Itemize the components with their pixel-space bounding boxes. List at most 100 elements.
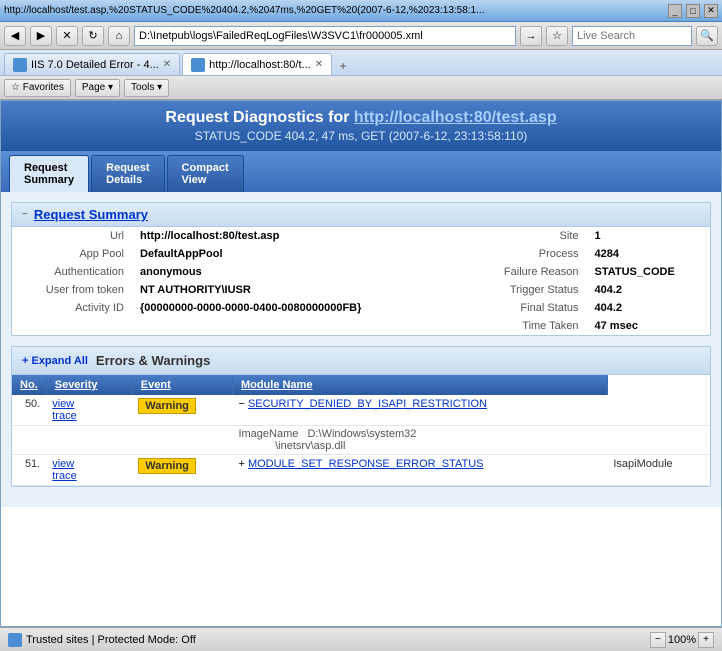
process-value: 4284	[587, 245, 710, 263]
go-button[interactable]: →	[520, 26, 542, 46]
imagename-label: ImageName	[238, 428, 298, 440]
event-link-50[interactable]: SECURITY_DENIED_BY_ISAPI_RESTRICTION	[248, 398, 487, 410]
section-toggle[interactable]: −	[22, 209, 28, 220]
back-button[interactable]: ◀	[4, 26, 26, 46]
row-module-50	[607, 395, 710, 426]
page-header: Request Diagnostics for http://localhost…	[1, 101, 721, 151]
favorites-button[interactable]: ☆	[546, 26, 568, 46]
trusted-sites-label: Trusted sites | Protected Mode: Off	[26, 634, 196, 646]
tab-compact-view[interactable]: CompactView	[167, 155, 244, 192]
request-summary-box: − Request Summary Url http://localhost:8…	[11, 202, 711, 336]
search-button[interactable]: 🔍	[696, 26, 718, 46]
search-input[interactable]	[572, 26, 692, 46]
status-left: Trusted sites | Protected Mode: Off	[8, 633, 196, 647]
url-value: http://localhost:80/test.asp	[132, 227, 437, 245]
browser-toolbar: ◀ ▶ ✕ ↻ ⌂ → ☆ 🔍	[0, 22, 722, 50]
site-value: 1	[587, 227, 710, 245]
close-button[interactable]: ✕	[704, 4, 718, 18]
view-trace-51[interactable]: viewtrace	[52, 458, 126, 482]
event-prefix-51: +	[238, 458, 244, 470]
imagename-row: ImageName D:\Windows\system32 \inetsrv\a…	[12, 426, 710, 455]
table-row: 51. viewtrace Warning + MODULE_SET_RESPO…	[12, 455, 710, 486]
tools-menu-button[interactable]: Tools ▾	[124, 79, 169, 97]
tab-request-summary[interactable]: RequestSummary	[9, 155, 89, 192]
row-no-51: 51.	[12, 455, 46, 486]
row-viewlink-50: viewtrace	[46, 395, 132, 426]
warning-badge-51: Warning	[138, 458, 196, 474]
imagename-cell: ImageName D:\Windows\system32 \inetsrv\a…	[232, 426, 607, 455]
view-trace-50[interactable]: viewtrace	[52, 398, 126, 422]
errors-header: + Expand All Errors & Warnings	[12, 347, 710, 375]
header-url-link[interactable]: http://localhost:80/test.asp	[354, 109, 557, 126]
browser-tabs: IIS 7.0 Detailed Error - 4... ✕ http://l…	[0, 50, 722, 76]
time-taken-label: Time Taken	[467, 317, 587, 335]
event-link-51[interactable]: MODULE_SET_RESPONSE_ERROR_STATUS	[248, 458, 484, 470]
section-title[interactable]: Request Summary	[34, 207, 148, 222]
apppool-label: App Pool	[12, 245, 132, 263]
extra-toolbar: ☆ Favorites Page ▾ Tools ▾	[0, 76, 722, 100]
summary-row-activity: Activity ID {00000000-0000-0000-0400-008…	[12, 299, 710, 317]
trusted-icon	[8, 633, 22, 647]
zoom-in-button[interactable]: +	[698, 632, 714, 648]
row-viewlink-51: viewtrace	[46, 455, 132, 486]
tab-close-2[interactable]: ✕	[315, 59, 323, 70]
auth-value: anonymous	[132, 263, 437, 281]
home-button[interactable]: ⌂	[108, 26, 130, 46]
expand-all-button[interactable]: + Expand All	[22, 355, 88, 367]
activity-label: Activity ID	[12, 299, 132, 317]
new-tab-button[interactable]: +	[334, 57, 352, 75]
auth-label: Authentication	[12, 263, 132, 281]
row-event-50: − SECURITY_DENIED_BY_ISAPI_RESTRICTION	[232, 395, 607, 426]
row-event-51: + MODULE_SET_RESPONSE_ERROR_STATUS	[232, 455, 607, 486]
activity-value: {00000000-0000-0000-0400-0080000000FB}	[132, 299, 437, 317]
minimize-button[interactable]: _	[668, 4, 682, 18]
failure-reason-value: STATUS_CODE	[587, 263, 710, 281]
col-severity[interactable]: Severity	[46, 375, 132, 395]
zoom-level: 100%	[668, 634, 696, 646]
url-label: Url	[12, 227, 132, 245]
table-row: 50. viewtrace Warning − SECURITY_DENIED_…	[12, 395, 710, 426]
errors-title: Errors & Warnings	[96, 353, 210, 368]
col-module[interactable]: Module Name	[232, 375, 607, 395]
row-severity-51: Warning	[132, 455, 232, 486]
event-prefix-50: −	[238, 398, 244, 410]
zoom-controls: − 100% +	[650, 632, 714, 648]
tab-localhost[interactable]: http://localhost:80/t... ✕	[182, 53, 332, 75]
page-title: Request Diagnostics for http://localhost…	[17, 109, 705, 127]
final-status-value: 404.2	[587, 299, 710, 317]
col-event[interactable]: Event	[132, 375, 232, 395]
trigger-status-value: 404.2	[587, 281, 710, 299]
tab-close-1[interactable]: ✕	[163, 59, 171, 70]
page-menu-button[interactable]: Page ▾	[75, 79, 120, 97]
stop-button[interactable]: ✕	[56, 26, 78, 46]
zoom-out-button[interactable]: −	[650, 632, 666, 648]
user-label: User from token	[12, 281, 132, 299]
row-severity-50: Warning	[132, 395, 232, 426]
errors-box: + Expand All Errors & Warnings No. Sever…	[11, 346, 711, 487]
summary-table: Url http://localhost:80/test.asp Site 1 …	[12, 227, 710, 335]
tab-request-details[interactable]: RequestDetails	[91, 155, 164, 192]
user-value: NT AUTHORITY\IUSR	[132, 281, 437, 299]
errors-table: No. Severity Event Module Name 50. viewt…	[12, 375, 710, 486]
maximize-button[interactable]: □	[686, 4, 700, 18]
tab-label-1: IIS 7.0 Detailed Error - 4...	[31, 59, 159, 71]
tab-label-2: http://localhost:80/t...	[209, 59, 311, 71]
summary-row-user: User from token NT AUTHORITY\IUSR Trigge…	[12, 281, 710, 299]
summary-row-auth: Authentication anonymous Failure Reason …	[12, 263, 710, 281]
request-summary-header: − Request Summary	[12, 203, 710, 227]
content-area: − Request Summary Url http://localhost:8…	[1, 192, 721, 507]
process-label: Process	[467, 245, 587, 263]
col-no[interactable]: No.	[12, 375, 46, 395]
refresh-button[interactable]: ↻	[82, 26, 104, 46]
browser-title: http://localhost/test.asp,%20STATUS_CODE…	[4, 5, 664, 16]
favorites-add-button[interactable]: ☆ Favorites	[4, 79, 71, 97]
address-bar[interactable]	[134, 26, 516, 46]
status-right: − 100% +	[650, 632, 714, 648]
status-bar: Trusted sites | Protected Mode: Off − 10…	[0, 627, 722, 651]
tab-favicon-1	[13, 58, 27, 72]
forward-button[interactable]: ▶	[30, 26, 52, 46]
time-taken-value: 47 msec	[587, 317, 710, 335]
tab-iis-error[interactable]: IIS 7.0 Detailed Error - 4... ✕	[4, 53, 180, 75]
page-subtitle: STATUS_CODE 404.2, 47 ms, GET (2007-6-12…	[17, 129, 705, 143]
summary-row-url: Url http://localhost:80/test.asp Site 1	[12, 227, 710, 245]
